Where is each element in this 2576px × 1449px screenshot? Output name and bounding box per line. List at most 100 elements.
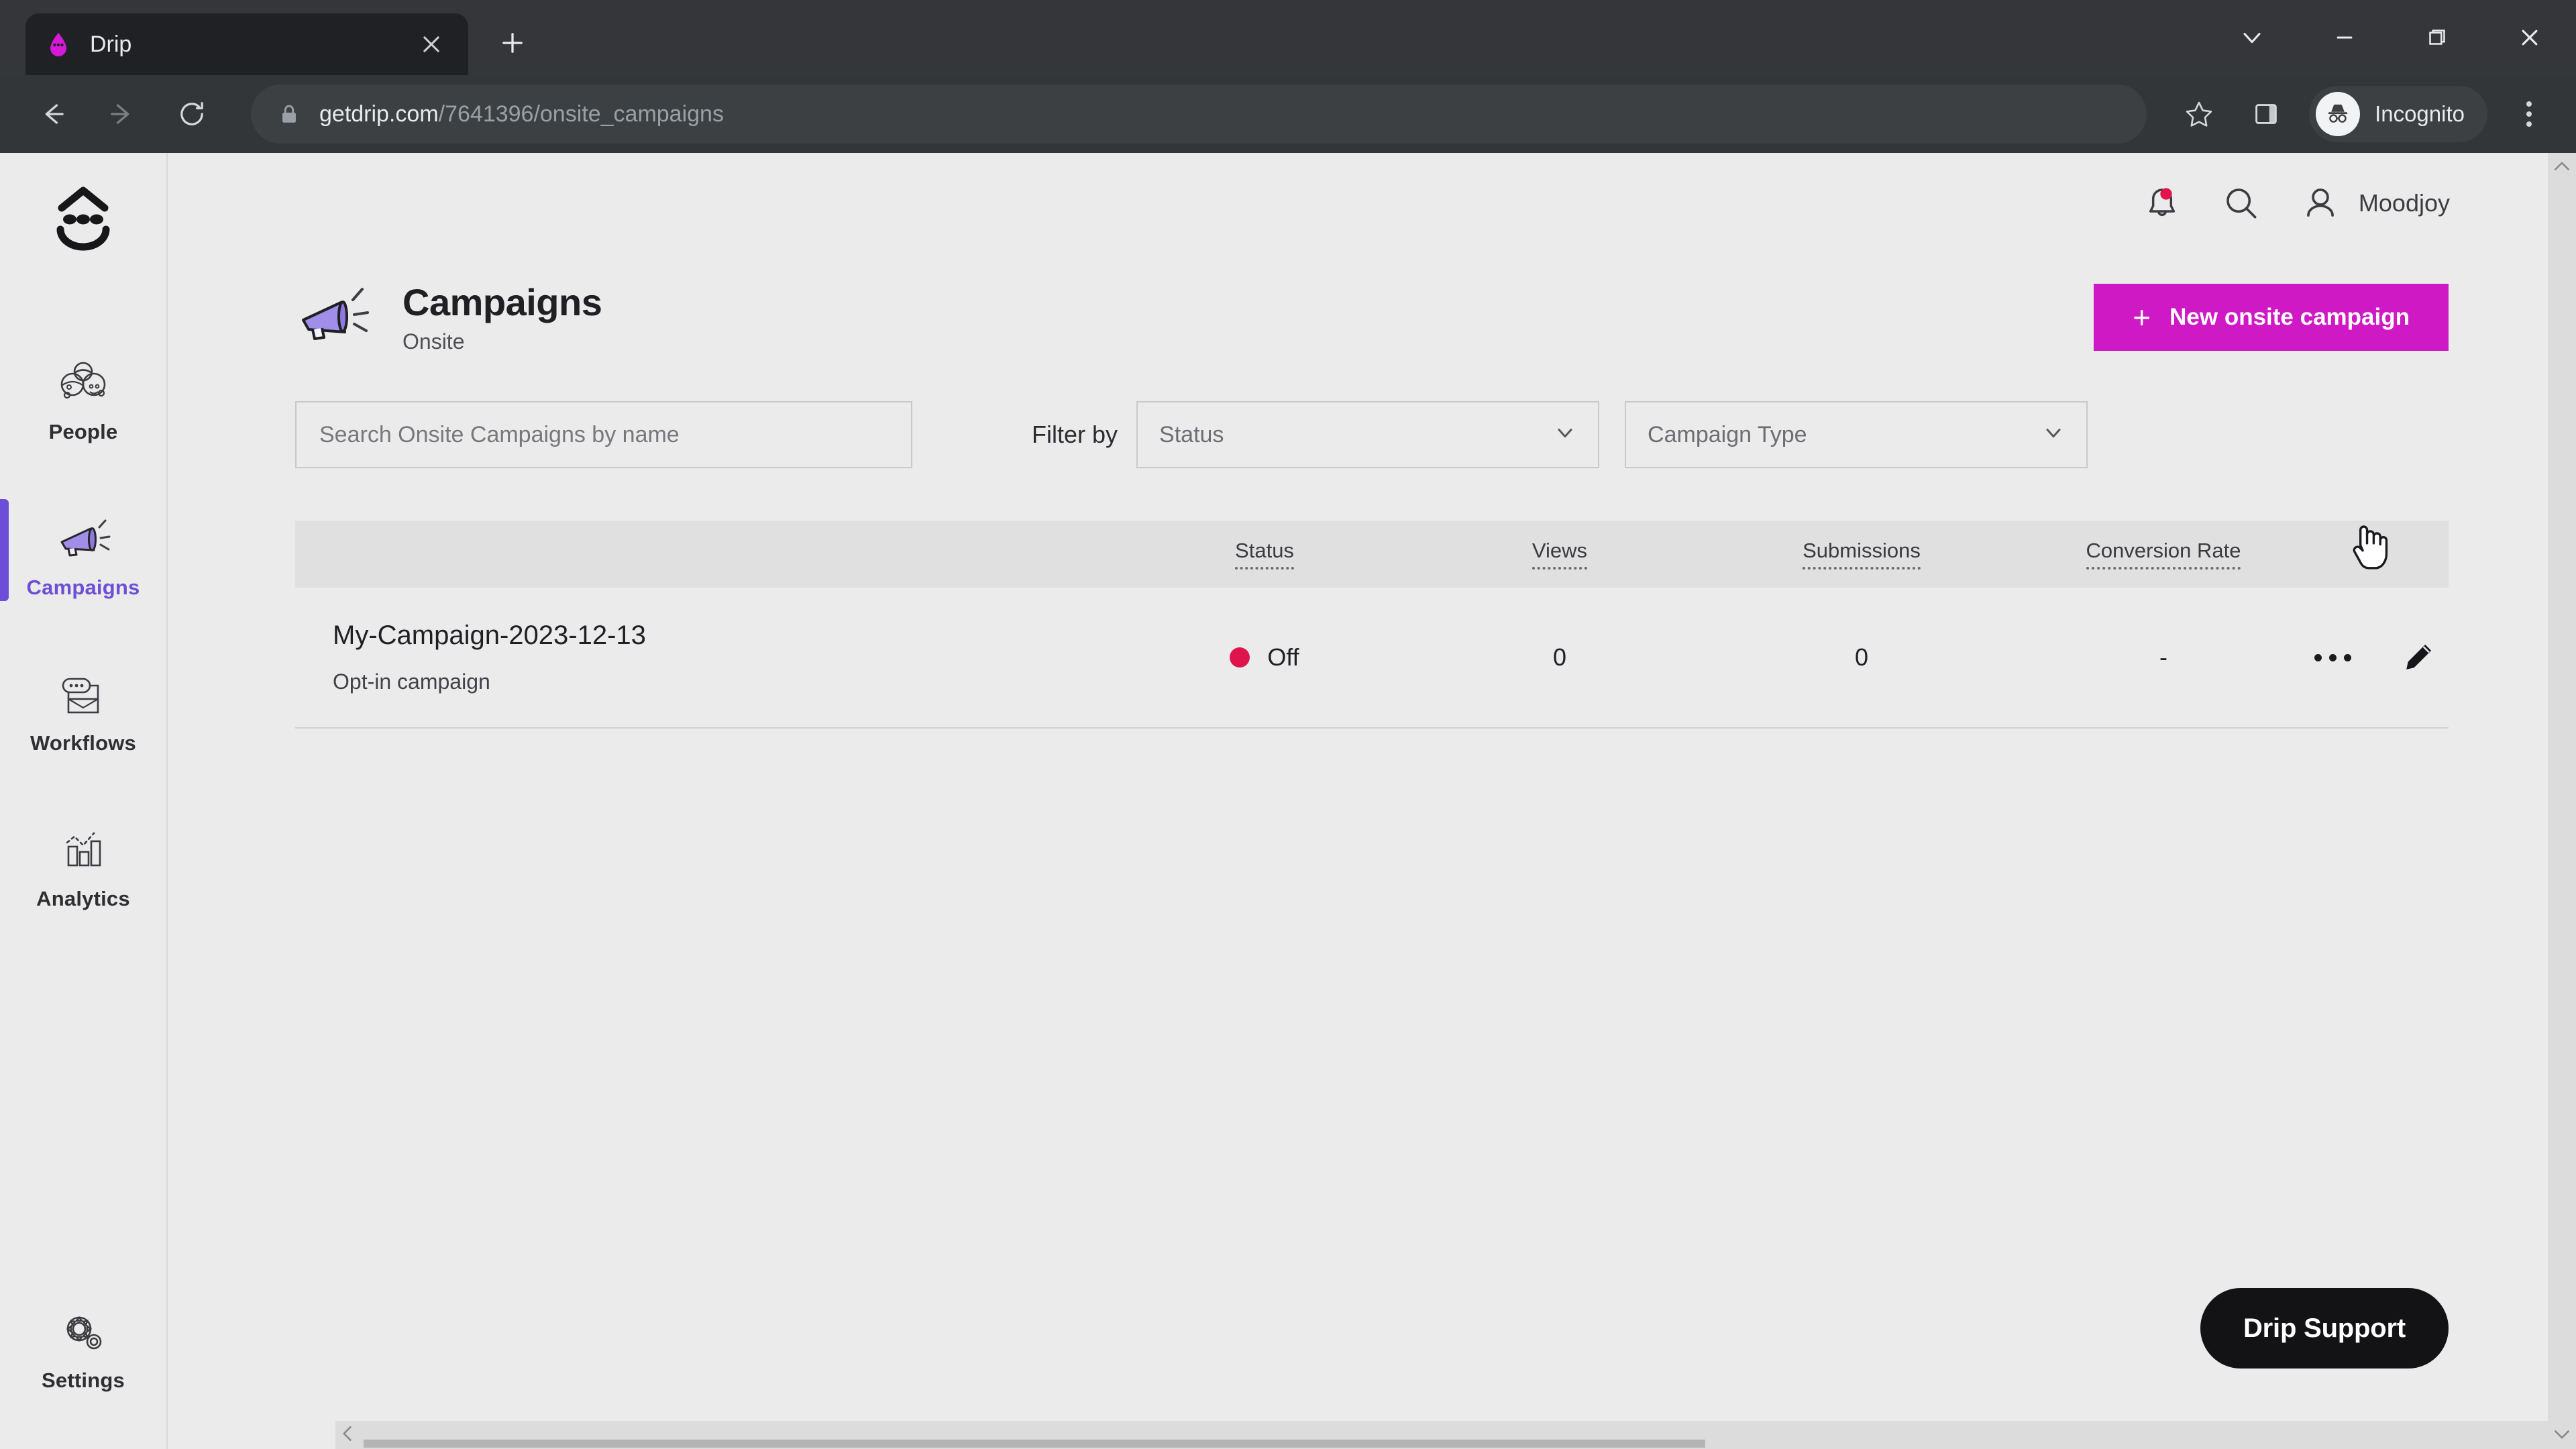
gear-icon	[52, 1307, 114, 1359]
triangle-down-icon[interactable]	[2553, 1428, 2571, 1442]
triangle-left-icon[interactable]	[342, 1425, 353, 1445]
page-titles: Campaigns Onsite	[402, 280, 602, 354]
sidebar-item-label: Campaigns	[26, 576, 140, 599]
drip-support-label: Drip Support	[2243, 1313, 2406, 1343]
app-sidebar: People Campaigns Workflows Analytics Set…	[0, 153, 168, 1449]
minimize-icon[interactable]	[2298, 0, 2391, 75]
header-cell-views[interactable]: Views	[1409, 539, 1711, 570]
status-filter-select[interactable]: Status	[1136, 401, 1600, 468]
lock-icon	[278, 103, 301, 125]
plus-icon: +	[2133, 300, 2151, 335]
url-path: /7641396/onsite_campaigns	[438, 101, 724, 127]
chevron-down-icon	[1554, 421, 1576, 448]
reload-icon[interactable]	[160, 82, 224, 146]
views-value: 0	[1552, 643, 1567, 671]
filter-bar: Filter by Status Campaign Type	[168, 354, 2576, 468]
header-cell-submissions[interactable]: Submissions	[1711, 539, 2012, 570]
campaign-type-filter-value: Campaign Type	[1648, 421, 1807, 447]
more-dot	[2329, 653, 2337, 661]
new-tab-button[interactable]	[487, 17, 538, 68]
header-cell-conversion-rate[interactable]: Conversion Rate	[2012, 539, 2314, 570]
horizontal-scrollbar[interactable]	[335, 1421, 2548, 1449]
url-text: getdrip.com/7641396/onsite_campaigns	[319, 101, 724, 127]
star-icon[interactable]	[2168, 83, 2230, 145]
header-cell-status[interactable]: Status	[1120, 539, 1409, 570]
sidebar-item-label: People	[48, 420, 118, 443]
cell-submissions: 0	[1711, 643, 2012, 672]
cell-conversion-rate: -	[2012, 643, 2314, 672]
search-input[interactable]	[295, 401, 912, 468]
arrow-left-icon[interactable]	[20, 82, 85, 146]
new-onsite-campaign-label: New onsite campaign	[2169, 304, 2410, 330]
browser-toolbar: getdrip.com/7641396/onsite_campaigns Inc…	[0, 75, 2576, 153]
vertical-scrollbar[interactable]	[2548, 153, 2576, 1449]
account-name: Moodjoy	[2358, 189, 2450, 217]
search-icon[interactable]	[2218, 180, 2265, 227]
address-bar[interactable]: getdrip.com/7641396/onsite_campaigns	[251, 85, 2147, 144]
sidebar-item-settings[interactable]: Settings	[0, 1289, 167, 1407]
drip-logo-icon	[44, 30, 72, 58]
page-header: Campaigns Onsite + New onsite campaign	[168, 254, 2576, 354]
header-label-views: Views	[1532, 539, 1588, 570]
header-label-status: Status	[1235, 539, 1294, 570]
campaign-type-filter-select[interactable]: Campaign Type	[1625, 401, 2088, 468]
url-domain: getdrip.com	[319, 101, 439, 127]
chevron-down-icon[interactable]	[2206, 0, 2298, 75]
submissions-value: 0	[1854, 643, 1869, 671]
sidebar-item-label: Workflows	[30, 731, 136, 755]
cell-actions	[2314, 637, 2492, 678]
pencil-icon[interactable]	[2398, 637, 2438, 678]
main-content: Moodjoy Campaigns Onsite + New onsite ca…	[168, 153, 2576, 1449]
drip-support-button[interactable]: Drip Support	[2200, 1288, 2449, 1368]
more-dot	[2314, 653, 2322, 661]
tab-title: Drip	[90, 31, 132, 57]
campaign-name[interactable]: My-Campaign-2023-12-13	[333, 621, 1120, 651]
drip-face-logo[interactable]	[43, 180, 123, 260]
browser-tab[interactable]: Drip	[25, 13, 468, 75]
sidebar-item-label: Analytics	[36, 887, 130, 910]
side-panel-icon[interactable]	[2235, 83, 2297, 145]
page-subtitle: Onsite	[402, 329, 465, 354]
megaphone-icon	[52, 514, 114, 566]
workflow-icon	[52, 669, 114, 722]
triangle-up-icon[interactable]	[2553, 160, 2571, 174]
bell-icon[interactable]	[2139, 180, 2186, 227]
browser-window: Drip getdrip.com/7641396/onsite_campaign…	[0, 0, 2576, 1449]
profile-label: Incognito	[2375, 101, 2465, 126]
window-controls	[2206, 0, 2576, 75]
sidebar-item-people[interactable]: People	[0, 341, 167, 459]
restore-icon[interactable]	[2391, 0, 2483, 75]
kebab-dot	[2526, 111, 2532, 117]
close-icon[interactable]	[413, 26, 449, 62]
account-menu[interactable]: Moodjoy	[2297, 180, 2450, 227]
filter-by-label: Filter by	[1032, 421, 1118, 448]
campaigns-table: Status Views Submissions Conversion Rate	[295, 521, 2449, 729]
tab-strip: Drip	[0, 0, 2576, 75]
new-onsite-campaign-button[interactable]: + New onsite campaign	[2094, 284, 2449, 351]
sidebar-item-analytics[interactable]: Analytics	[0, 808, 167, 926]
more-dot	[2344, 653, 2351, 661]
sidebar-item-label: Settings	[42, 1368, 125, 1392]
cell-status: Off	[1120, 643, 1409, 672]
page-title: Campaigns	[402, 281, 602, 323]
header-label-conversion-rate: Conversion Rate	[2086, 539, 2241, 570]
status-badge: Off	[1267, 643, 1299, 671]
profile-chip[interactable]: Incognito	[2309, 86, 2487, 142]
table-header-row: Status Views Submissions Conversion Rate	[295, 521, 2449, 588]
horizontal-scrollbar-thumb[interactable]	[364, 1440, 1705, 1448]
chevron-down-icon	[2042, 421, 2065, 448]
people-icon	[52, 358, 114, 411]
kebab-menu-icon[interactable]	[2502, 83, 2556, 145]
status-filter-value: Status	[1159, 421, 1224, 447]
campaign-type: Opt-in campaign	[333, 669, 490, 694]
sidebar-item-workflows[interactable]: Workflows	[0, 652, 167, 770]
page-viewport: People Campaigns Workflows Analytics Set…	[0, 153, 2576, 1449]
sidebar-item-campaigns[interactable]: Campaigns	[0, 496, 167, 614]
more-horizontal-icon[interactable]	[2314, 653, 2351, 661]
incognito-icon	[2316, 92, 2361, 136]
megaphone-icon	[295, 285, 382, 350]
app-topbar: Moodjoy	[168, 153, 2576, 254]
conversion-rate-value: -	[2159, 643, 2167, 671]
table-row[interactable]: My-Campaign-2023-12-13 Opt-in campaign O…	[295, 588, 2449, 729]
close-icon[interactable]	[2483, 0, 2576, 75]
